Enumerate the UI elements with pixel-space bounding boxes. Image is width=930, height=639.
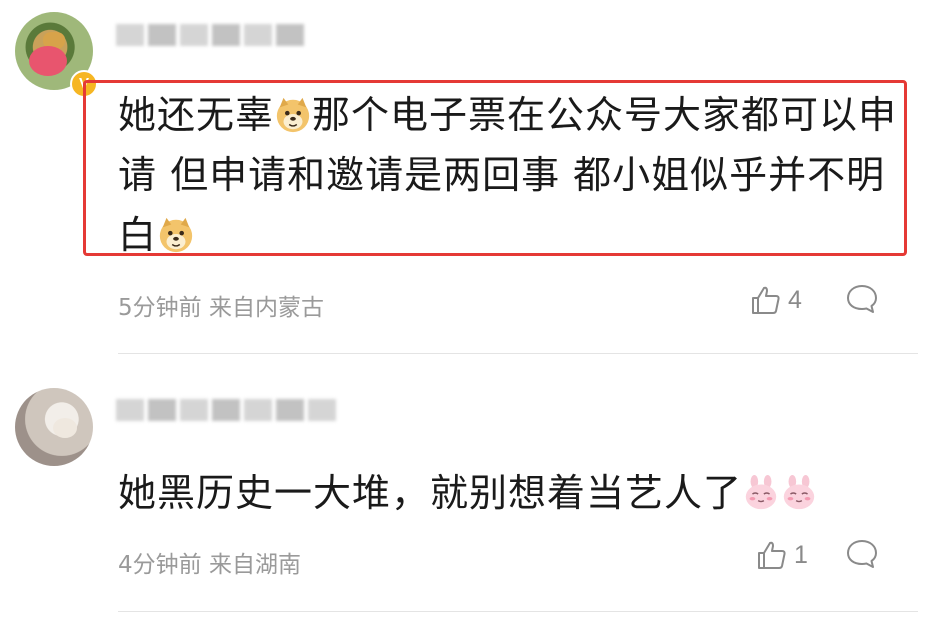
comment-text: 她黑历史一大堆，就别想着当艺人了 xyxy=(118,463,908,523)
like-button[interactable]: 1 xyxy=(756,539,808,571)
comment-text: 她还无辜 那个电子票在公众号大家都可以申请 但申请和邀请是两回事 都小姐似乎并不明… xyxy=(118,85,898,265)
avatar-cat xyxy=(53,418,77,438)
avatar[interactable] xyxy=(15,388,93,466)
avatar-face xyxy=(29,46,67,76)
pink-bunny-emoji xyxy=(783,474,815,510)
comment-list: V 她还无辜 那个电子票在公众号大家都可以申请 但申请和邀请是两回事 都小姐似乎并… xyxy=(0,0,930,639)
pink-bunny-emoji xyxy=(745,474,777,510)
like-count: 1 xyxy=(794,540,808,569)
like-count: 4 xyxy=(788,285,802,314)
comment-meta: 5分钟前 来自内蒙古 xyxy=(118,288,324,322)
comment-text-part: 她黑历史一大堆，就别想着当艺人了 xyxy=(118,471,743,515)
comment-location: 来自湖南 xyxy=(208,552,301,578)
comment-text-part: 她还无辜 xyxy=(118,93,275,137)
comment-item: 她黑历史一大堆，就别想着当艺人了 4分钟前 来自湖南 1 xyxy=(0,355,930,639)
doge-emoji xyxy=(276,97,310,133)
comment-time: 5分钟前 xyxy=(118,295,202,321)
speech-bubble-icon xyxy=(847,540,877,568)
comment-meta: 4分钟前 来自湖南 xyxy=(118,545,301,579)
thumbs-up-icon xyxy=(758,541,786,569)
comment-time: 4分钟前 xyxy=(118,552,202,578)
comment-item: V 她还无辜 那个电子票在公众号大家都可以申请 但申请和邀请是两回事 都小姐似乎并… xyxy=(0,0,930,355)
divider xyxy=(118,353,918,354)
username-redacted[interactable] xyxy=(116,399,336,421)
reply-button[interactable] xyxy=(845,538,879,574)
divider xyxy=(118,611,918,612)
comment-location: 来自内蒙古 xyxy=(208,295,324,321)
thumbs-up-icon xyxy=(752,286,780,314)
username-redacted[interactable] xyxy=(116,24,304,46)
reply-button[interactable] xyxy=(845,283,879,319)
like-button[interactable]: 4 xyxy=(750,284,802,316)
doge-emoji xyxy=(159,217,193,253)
speech-bubble-icon xyxy=(847,285,877,313)
